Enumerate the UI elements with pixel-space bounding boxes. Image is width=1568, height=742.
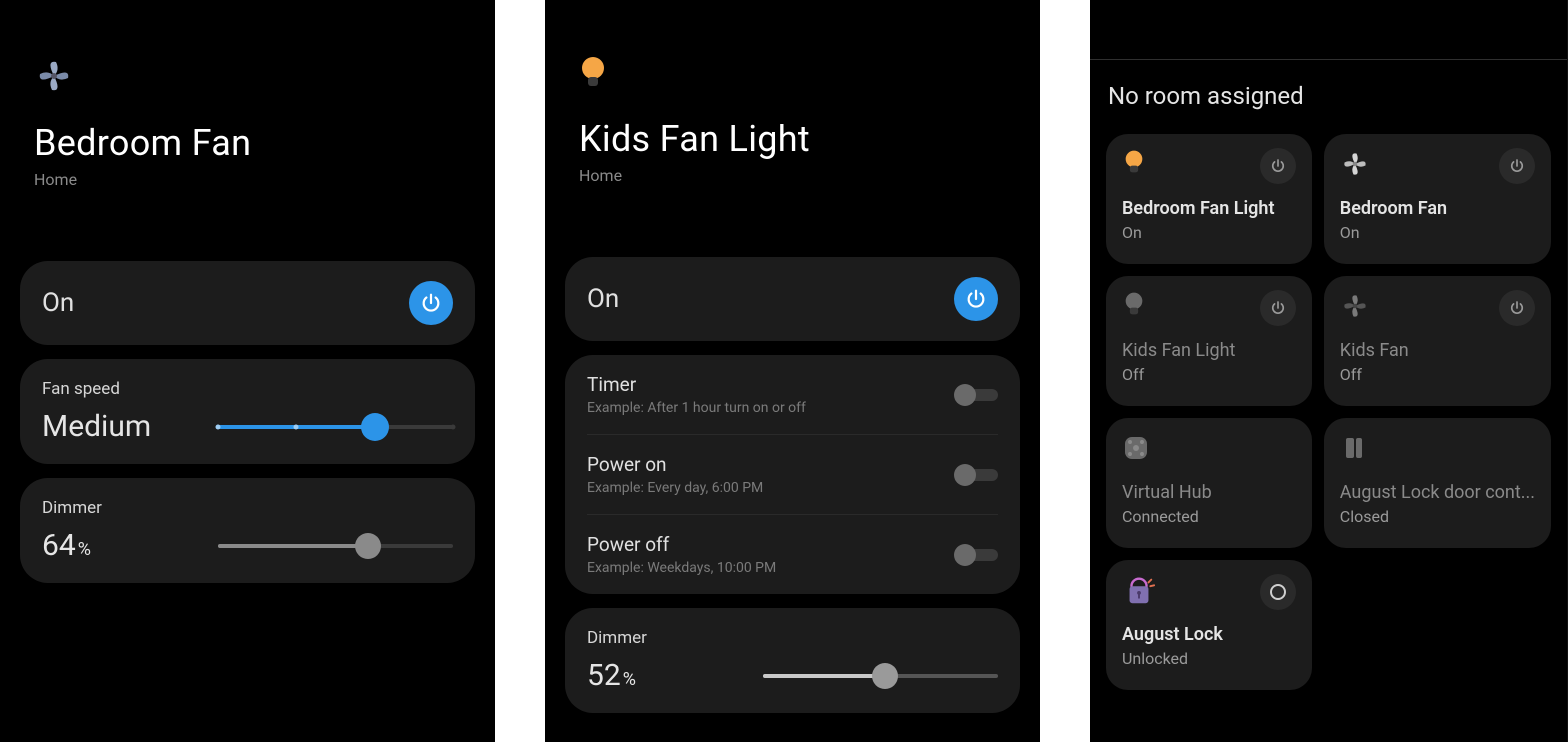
power-card: On <box>20 261 475 345</box>
sensor-icon <box>1340 434 1368 466</box>
fan-icon <box>34 56 461 100</box>
hub-icon <box>1122 434 1150 466</box>
tile-status: Off <box>1340 365 1535 384</box>
device-tile[interactable]: Bedroom Fan Light On <box>1106 134 1312 264</box>
dimmer-card-light: Dimmer 52% <box>565 608 1020 713</box>
schedule-row[interactable]: Power on Example: Every day, 6:00 PM <box>587 435 998 515</box>
page-title: Kids Fan Light <box>579 118 1006 160</box>
fan-speed-slider[interactable] <box>218 415 453 439</box>
power-card: On <box>565 257 1020 341</box>
schedule-list: Timer Example: After 1 hour turn on or of… <box>565 355 1020 594</box>
schedule-toggle[interactable] <box>954 544 998 566</box>
bulb-icon <box>1122 291 1146 325</box>
fan-speed-value: Medium <box>42 409 151 444</box>
dimmer-label: Dimmer <box>42 498 453 518</box>
tile-title: Bedroom Fan <box>1340 198 1535 219</box>
dimmer-value: 52% <box>587 658 636 693</box>
device-tile[interactable]: Bedroom Fan On <box>1324 134 1551 264</box>
dimmer-card-fan: Dimmer 64% <box>20 478 475 583</box>
dimmer-value: 64% <box>42 528 91 563</box>
tile-power-button[interactable] <box>1260 290 1296 326</box>
tile-power-button[interactable] <box>1499 148 1535 184</box>
tile-power-button[interactable] <box>1499 290 1535 326</box>
tile-action-button[interactable] <box>1260 574 1296 610</box>
tile-status: On <box>1340 223 1535 242</box>
schedule-title: Power on <box>587 453 763 476</box>
dashboard-top-spacer <box>1090 0 1567 60</box>
devices-dashboard-panel: No room assigned Bedroom Fan LightOnBedr… <box>1090 0 1568 742</box>
bulb-icon <box>1122 149 1146 183</box>
schedule-subtitle: Example: After 1 hour turn on or off <box>587 400 806 416</box>
device-tile[interactable]: Virtual Hub Connected <box>1106 418 1312 548</box>
bedroom-fan-panel: Bedroom Fan Home On Fan speed Medium Dim… <box>0 0 495 742</box>
fan-icon <box>1340 291 1370 325</box>
schedule-title: Power off <box>587 533 776 556</box>
schedule-row[interactable]: Timer Example: After 1 hour turn on or of… <box>587 355 998 435</box>
tile-title: Kids Fan <box>1340 340 1535 361</box>
fan-speed-label: Fan speed <box>42 379 453 399</box>
device-tile[interactable]: Kids Fan Off <box>1324 276 1551 406</box>
device-tile[interactable]: Kids Fan Light Off <box>1106 276 1312 406</box>
room-heading: No room assigned <box>1090 60 1567 126</box>
bulb-icon <box>579 56 1006 96</box>
tile-status: Off <box>1122 365 1296 384</box>
page-title: Bedroom Fan <box>34 122 461 164</box>
dimmer-slider-light[interactable] <box>763 664 998 688</box>
schedule-toggle[interactable] <box>954 384 998 406</box>
dimmer-slider-fan[interactable] <box>218 534 453 558</box>
tile-status: Closed <box>1340 507 1535 526</box>
power-state-label: On <box>42 288 74 318</box>
power-button[interactable] <box>954 277 998 321</box>
tile-status: Unlocked <box>1122 649 1296 668</box>
tile-status: On <box>1122 223 1296 242</box>
fan-speed-card: Fan speed Medium <box>20 359 475 464</box>
tile-status: Connected <box>1122 507 1296 526</box>
fan-icon <box>1340 149 1370 183</box>
power-button[interactable] <box>409 281 453 325</box>
schedule-subtitle: Example: Weekdays, 10:00 PM <box>587 560 776 576</box>
device-tile[interactable]: August Lock door cont... Closed <box>1324 418 1551 548</box>
breadcrumb[interactable]: Home <box>579 166 1006 185</box>
tile-title: Kids Fan Light <box>1122 340 1296 361</box>
dimmer-label: Dimmer <box>587 628 998 648</box>
schedule-row[interactable]: Power off Example: Weekdays, 10:00 PM <box>587 515 998 594</box>
schedule-toggle[interactable] <box>954 464 998 486</box>
device-tile[interactable]: August Lock Unlocked <box>1106 560 1312 690</box>
tile-power-button[interactable] <box>1260 148 1296 184</box>
breadcrumb[interactable]: Home <box>34 170 461 189</box>
tile-title: August Lock <box>1122 624 1296 645</box>
tile-title: Bedroom Fan Light <box>1122 198 1296 219</box>
power-state-label: On <box>587 284 619 314</box>
tile-title: Virtual Hub <box>1122 482 1296 503</box>
schedule-title: Timer <box>587 373 806 396</box>
lock-icon <box>1122 573 1156 611</box>
kids-fan-light-panel: Kids Fan Light Home On Timer Example: Aft… <box>545 0 1040 742</box>
tile-title: August Lock door cont... <box>1340 482 1535 503</box>
schedule-subtitle: Example: Every day, 6:00 PM <box>587 480 763 496</box>
